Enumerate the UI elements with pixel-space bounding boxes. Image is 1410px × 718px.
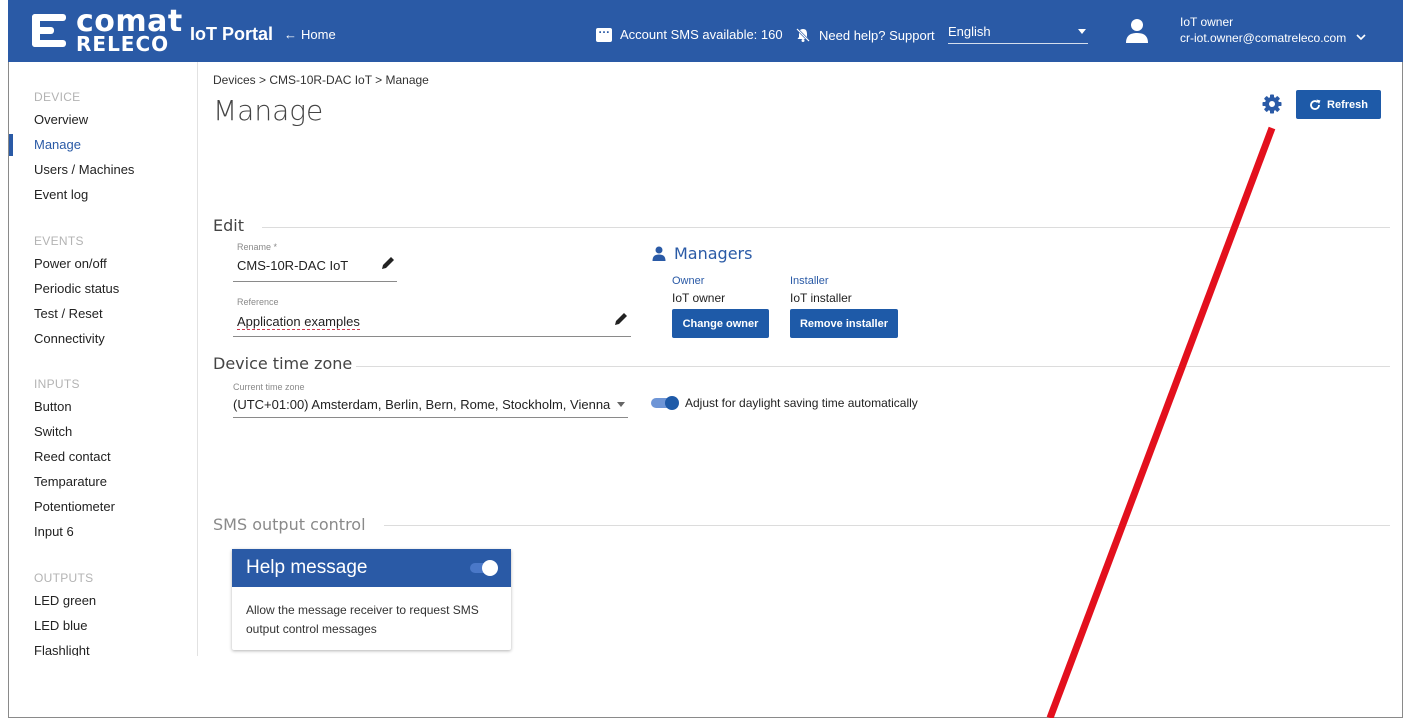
logo-mark-icon [32, 14, 66, 47]
gear-icon[interactable] [1262, 94, 1282, 114]
managers-heading: Managers [652, 244, 752, 263]
refresh-button-label: Refresh [1327, 98, 1368, 111]
sidebar-item-manage[interactable]: Manage [34, 137, 81, 152]
sms-balance-text: Account SMS available: 160 [620, 27, 783, 42]
sidebar-item-button[interactable]: Button [34, 399, 72, 414]
sidebar-item-users-machines[interactable]: Users / Machines [34, 162, 134, 177]
timezone-chevron-down-icon[interactable] [617, 402, 625, 407]
user-menu-chevron-icon[interactable] [1356, 30, 1366, 44]
language-select[interactable]: English [948, 18, 1088, 44]
reference-underline [233, 336, 631, 337]
arrow-left-icon: ← [284, 27, 297, 42]
sidebar: DEVICE Overview Manage Users / Machines … [9, 62, 198, 656]
sidebar-item-event-log[interactable]: Event log [34, 187, 88, 202]
sms-output-divider [384, 525, 1390, 526]
managers-heading-label: Managers [674, 244, 753, 263]
help-message-toggle[interactable] [470, 560, 498, 576]
sidebar-item-potentiometer[interactable]: Potentiometer [34, 499, 115, 514]
page-title: Manage [213, 94, 324, 127]
sidebar-item-flashlight[interactable]: Flashlight [34, 643, 90, 656]
rename-label: Rename * [237, 242, 278, 252]
user-menu[interactable]: IoT owner cr-iot.owner@comatreleco.com [1180, 14, 1346, 46]
help-message-description: Allow the message receiver to request SM… [246, 603, 479, 636]
section-inputs: INPUTS [34, 377, 80, 391]
dst-toggle[interactable] [651, 396, 679, 410]
section-outputs: OUTPUTS [34, 571, 94, 585]
sidebar-item-test-reset[interactable]: Test / Reset [34, 306, 103, 321]
installer-role: Installer [790, 275, 829, 287]
edit-divider [262, 227, 1390, 228]
timezone-heading: Device time zone [213, 354, 353, 373]
portal-title: IoT Portal [190, 24, 274, 44]
refresh-button[interactable]: Refresh [1296, 90, 1381, 119]
section-events: EVENTS [34, 234, 84, 248]
timezone-label: Current time zone [233, 382, 305, 392]
sidebar-item-periodic-status[interactable]: Periodic status [34, 281, 119, 296]
chevron-down-icon [1078, 29, 1086, 34]
timezone-underline [233, 417, 628, 418]
top-bar: comat RELECO IoT Portal ← Home Account S… [8, 0, 1403, 62]
reference-label: Reference [237, 297, 279, 307]
bell-off-icon [796, 28, 810, 42]
change-owner-button[interactable]: Change owner [672, 309, 769, 338]
sidebar-item-overview[interactable]: Overview [34, 112, 88, 127]
support-link[interactable]: Need help? Support [795, 27, 935, 43]
installer-name: IoT installer [790, 291, 852, 305]
refresh-icon [1310, 99, 1321, 110]
edit-heading: Edit [213, 216, 244, 235]
sidebar-item-switch[interactable]: Switch [34, 424, 72, 439]
rename-input[interactable]: CMS-10R-DAC IoT [237, 258, 348, 273]
home-link-label: Home [301, 27, 336, 42]
sidebar-item-led-blue[interactable]: LED blue [34, 618, 87, 633]
user-email: cr-iot.owner@comatreleco.com [1180, 31, 1347, 45]
user-avatar-icon[interactable] [1125, 18, 1149, 44]
sms-output-heading: SMS output control [213, 515, 366, 534]
sidebar-item-led-green[interactable]: LED green [34, 593, 96, 608]
sms-icon [596, 22, 612, 42]
active-indicator [9, 134, 13, 156]
brand-bottom: RELECO [76, 32, 170, 56]
dst-toggle-knob [665, 396, 679, 410]
reference-input[interactable]: Application examples [237, 314, 360, 330]
owner-role: Owner [672, 275, 705, 287]
timezone-divider [356, 366, 1390, 367]
help-message-toggle-knob [482, 560, 498, 576]
remove-installer-button[interactable]: Remove installer [790, 309, 898, 338]
user-name: IoT owner [1180, 15, 1234, 29]
section-device: DEVICE [34, 90, 81, 104]
sidebar-item-power-on-off[interactable]: Power on/off [34, 256, 107, 271]
sms-balance: Account SMS available: 160 [596, 22, 783, 42]
home-link[interactable]: ← Home [284, 27, 336, 42]
dst-label: Adjust for daylight saving time automati… [685, 396, 918, 410]
sidebar-item-connectivity[interactable]: Connectivity [34, 331, 105, 346]
sidebar-item-reed-contact[interactable]: Reed contact [34, 449, 111, 464]
rename-underline [233, 281, 397, 282]
timezone-select[interactable]: (UTC+01:00) Amsterdam, Berlin, Bern, Rom… [233, 397, 610, 412]
sidebar-item-input-6[interactable]: Input 6 [34, 524, 74, 539]
support-link-label: Need help? Support [819, 27, 935, 43]
edit-rename-pencil-icon[interactable] [380, 255, 396, 271]
sidebar-item-temparature[interactable]: Temparature [34, 474, 107, 489]
breadcrumb[interactable]: Devices > CMS-10R-DAC IoT > Manage [213, 73, 429, 87]
reference-value: Application examples [237, 314, 360, 330]
person-icon [652, 246, 666, 261]
comat-releco-logo[interactable]: comat RELECO [32, 4, 192, 56]
owner-name: IoT owner [672, 291, 726, 305]
language-value: English [948, 24, 991, 39]
edit-reference-pencil-icon[interactable] [613, 311, 629, 327]
